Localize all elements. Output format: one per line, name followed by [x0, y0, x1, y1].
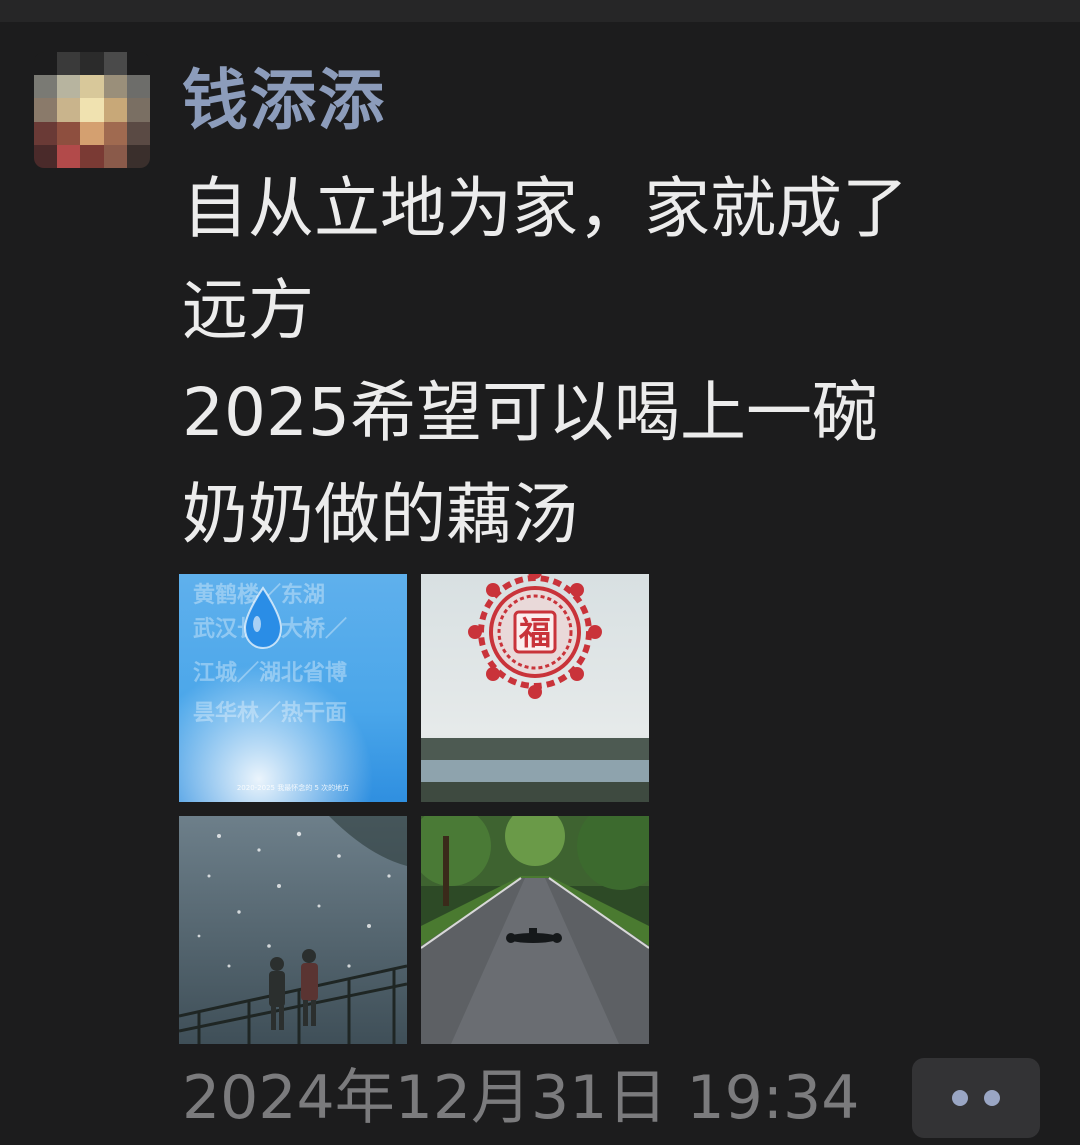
top-strip — [0, 0, 1080, 22]
poster-line: 江城／湖北省博 — [193, 660, 347, 686]
avatar[interactable] — [34, 52, 150, 168]
post-text-line: 奶奶做的藕汤 — [182, 476, 578, 553]
post-text-line: 2025希望可以喝上一碗 — [182, 374, 878, 451]
post-text: 自从立地为家，家就成了 远方 2025希望可以喝上一碗 奶奶做的藕汤 — [182, 158, 1042, 566]
post-timestamp: 2024年12月31日 19:34 — [182, 1063, 860, 1133]
photo-fu-lake[interactable]: 福 — [421, 574, 649, 802]
poster-caption: 2020-2025 我最怀念的 5 次的地方 — [237, 783, 349, 792]
poster-line: 昙华林／热干面 — [193, 700, 347, 726]
more-button[interactable] — [912, 1058, 1040, 1138]
more-dots-icon — [984, 1090, 1000, 1106]
fu-character: 福 — [518, 614, 551, 652]
photo-wuhan-poster[interactable]: 黄鹤楼／东湖 武汉长江大桥／ 江城／湖北省博 昙华林／热干面 2020-2025… — [179, 574, 407, 802]
post-text-line: 远方 — [182, 272, 314, 349]
photo-forest-road[interactable] — [421, 816, 649, 1044]
photo-grid: 黄鹤楼／东湖 武汉长江大桥／ 江城／湖北省博 昙华林／热干面 2020-2025… — [179, 574, 649, 1044]
username[interactable]: 钱添添 — [182, 58, 386, 144]
more-dots-icon — [952, 1090, 968, 1106]
photo-lake-couple[interactable] — [179, 816, 407, 1044]
moments-post: 钱添添 自从立地为家，家就成了 远方 2025希望可以喝上一碗 奶奶做的藕汤 江… — [0, 0, 1080, 1145]
post-text-line: 自从立地为家，家就成了 — [182, 170, 908, 247]
